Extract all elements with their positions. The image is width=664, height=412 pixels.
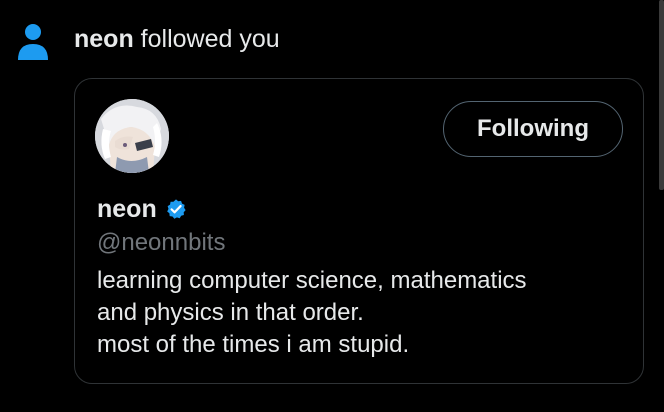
notification-actor-name[interactable]: neon (74, 25, 134, 53)
scrollbar[interactable] (659, 0, 664, 190)
notification-action: followed you (133, 25, 280, 53)
bio-line: learning computer science, mathematics (97, 267, 527, 294)
bio-line: most of the times i am stupid. (97, 331, 410, 358)
verified-badge-icon (166, 199, 186, 219)
notification-page: neon followed you Following neon @neonnb… (0, 0, 664, 412)
bio-line: and physics in that order. (97, 299, 364, 326)
avatar[interactable] (95, 99, 169, 173)
notification-text: neon followed you (74, 24, 280, 54)
display-name[interactable]: neon (97, 195, 157, 224)
following-button[interactable]: Following (443, 101, 623, 157)
avatar-image (95, 99, 169, 173)
person-icon (16, 22, 50, 62)
profile-bio: learning computer science, mathematics a… (97, 265, 627, 361)
user-handle: @neonnbits (97, 229, 226, 256)
display-name-row: neon (97, 193, 187, 225)
profile-card[interactable]: Following neon @neonnbits learning compu… (74, 78, 644, 384)
